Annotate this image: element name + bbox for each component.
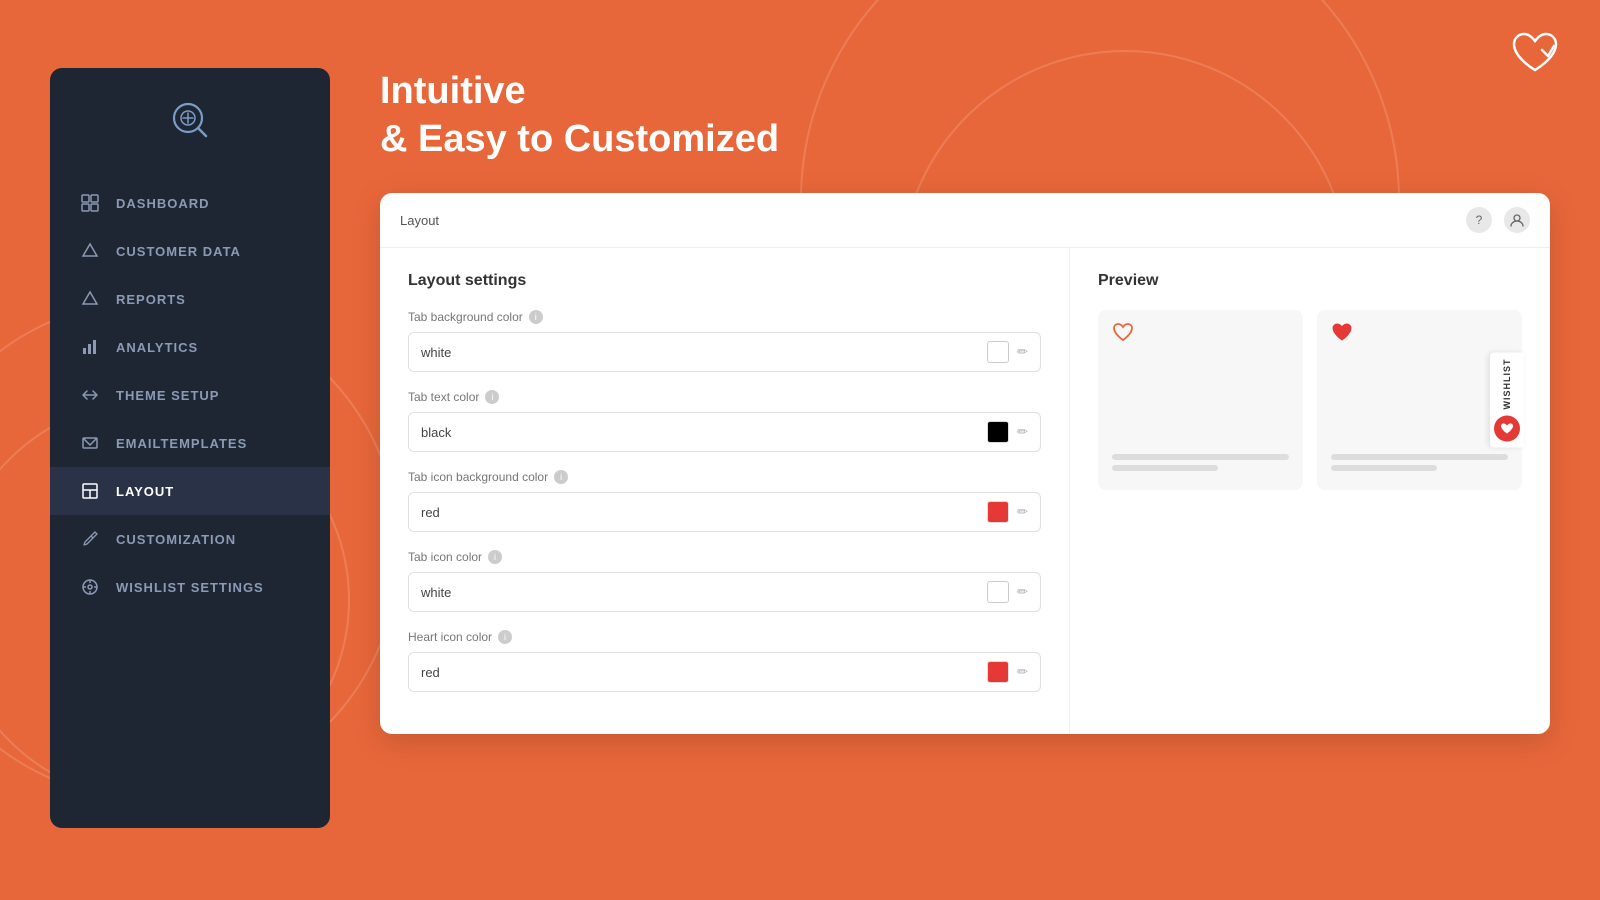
preview-section: Preview — [1070, 248, 1550, 734]
email-templates-icon — [80, 433, 100, 453]
field-heart-icon-color: Heart icon color i red ✏ — [408, 630, 1041, 692]
preview-card-1 — [1098, 310, 1303, 490]
edit-icon-tab-bg[interactable]: ✏ — [1017, 344, 1028, 360]
color-field-tab-bg[interactable]: white ✏ — [408, 332, 1041, 372]
preview-line-4 — [1331, 465, 1437, 471]
preview-title: Preview — [1098, 272, 1522, 290]
preview-card-2-lines — [1331, 454, 1508, 476]
color-value-tab-icon: white — [421, 585, 979, 600]
user-icon-button[interactable] — [1504, 207, 1530, 233]
field-label-tab-bg: Tab background color i — [408, 310, 1041, 324]
info-icon-heart[interactable]: i — [498, 630, 512, 644]
color-field-tab-text[interactable]: black ✏ — [408, 412, 1041, 452]
field-tab-bg-color: Tab background color i white ✏ — [408, 310, 1041, 372]
preview-heart-outline-icon — [1112, 322, 1134, 348]
preview-line-3 — [1331, 454, 1508, 460]
field-label-tab-icon: Tab icon color i — [408, 550, 1041, 564]
help-icon-button[interactable]: ? — [1466, 207, 1492, 233]
panel-body: Layout settings Tab background color i w… — [380, 248, 1550, 734]
layout-settings-section: Layout settings Tab background color i w… — [380, 248, 1070, 734]
field-tab-text-color: Tab text color i black ✏ — [408, 390, 1041, 452]
headline: Intuitive & Easy to Customized — [380, 68, 1550, 163]
info-icon-tab-bg[interactable]: i — [529, 310, 543, 324]
reports-icon — [80, 289, 100, 309]
layout-settings-title: Layout settings — [408, 272, 1041, 290]
color-swatch-tab-icon-bg — [987, 501, 1009, 523]
dashboard-icon — [80, 193, 100, 213]
preview-grid: WISHLIST — [1098, 310, 1522, 490]
color-swatch-tab-bg — [987, 341, 1009, 363]
preview-card-2: WISHLIST — [1317, 310, 1522, 490]
color-value-tab-text: black — [421, 425, 979, 440]
sidebar-item-wishlist-settings[interactable]: WISHLIST SETTINGS — [50, 563, 330, 611]
preview-line-2 — [1112, 465, 1218, 471]
wishlist-tab-label: WISHLIST — [1502, 359, 1512, 410]
preview-line-1 — [1112, 454, 1289, 460]
wishlist-settings-label: WISHLIST SETTINGS — [116, 580, 264, 595]
field-label-heart-icon: Heart icon color i — [408, 630, 1041, 644]
color-swatch-heart-icon — [987, 661, 1009, 683]
email-templates-label: EMAILTEMPLATES — [116, 436, 247, 451]
color-value-heart-icon: red — [421, 665, 979, 680]
customization-icon — [80, 529, 100, 549]
theme-setup-icon — [80, 385, 100, 405]
field-label-tab-text: Tab text color i — [408, 390, 1041, 404]
dashboard-label: DASHBOARD — [116, 196, 210, 211]
sidebar-item-dashboard[interactable]: DASHBOARD — [50, 179, 330, 227]
customer-data-icon — [80, 241, 100, 261]
edit-icon-tab-text[interactable]: ✏ — [1017, 424, 1028, 440]
wishlist-tab-heart-button[interactable] — [1494, 416, 1520, 442]
edit-icon-tab-icon-bg[interactable]: ✏ — [1017, 504, 1028, 520]
sidebar-item-customer-data[interactable]: CUSTOMER DATA — [50, 227, 330, 275]
layout-icon — [80, 481, 100, 501]
color-swatch-tab-text — [987, 421, 1009, 443]
wishlist-settings-icon — [80, 577, 100, 597]
field-label-tab-icon-bg: Tab icon background color i — [408, 470, 1041, 484]
headline-line2: & Easy to Customized — [380, 118, 779, 160]
sidebar-item-theme-setup[interactable]: THEME SETUP — [50, 371, 330, 419]
color-value-tab-icon-bg: red — [421, 505, 979, 520]
color-field-tab-icon[interactable]: white ✏ — [408, 572, 1041, 612]
sidebar-logo — [168, 98, 212, 149]
edit-icon-tab-icon[interactable]: ✏ — [1017, 584, 1028, 600]
color-swatch-tab-icon — [987, 581, 1009, 603]
sidebar-nav: DASHBOARD CUSTOMER DATA REPORTS — [50, 179, 330, 611]
reports-label: REPORTS — [116, 292, 186, 307]
wishlist-tab[interactable]: WISHLIST — [1490, 353, 1524, 448]
preview-heart-filled-icon — [1331, 322, 1353, 348]
color-value-tab-bg: white — [421, 345, 979, 360]
panel-title: Layout — [400, 213, 439, 228]
edit-icon-heart-icon[interactable]: ✏ — [1017, 664, 1028, 680]
info-icon-tab-text[interactable]: i — [485, 390, 499, 404]
sidebar-item-analytics[interactable]: ANALYTICS — [50, 323, 330, 371]
field-tab-icon-color: Tab icon color i white ✏ — [408, 550, 1041, 612]
customer-data-label: CUSTOMER DATA — [116, 244, 241, 259]
analytics-icon — [80, 337, 100, 357]
sidebar: DASHBOARD CUSTOMER DATA REPORTS — [50, 68, 330, 828]
main-content: Intuitive & Easy to Customized Layout ? — [380, 68, 1550, 870]
theme-setup-label: THEME SETUP — [116, 388, 219, 403]
sidebar-item-layout[interactable]: LAYOUT — [50, 467, 330, 515]
color-field-tab-icon-bg[interactable]: red ✏ — [408, 492, 1041, 532]
preview-card-1-lines — [1112, 454, 1289, 476]
field-tab-icon-bg-color: Tab icon background color i red ✏ — [408, 470, 1041, 532]
sidebar-item-email-templates[interactable]: EMAILTEMPLATES — [50, 419, 330, 467]
customization-label: CUSTOMIZATION — [116, 532, 236, 547]
panel-header: Layout ? — [380, 193, 1550, 248]
panel-header-icons: ? — [1466, 207, 1530, 233]
info-icon-tab-icon-bg[interactable]: i — [554, 470, 568, 484]
sidebar-item-customization[interactable]: CUSTOMIZATION — [50, 515, 330, 563]
layout-panel: Layout ? Layout settings Tab bac — [380, 193, 1550, 734]
layout-label: LAYOUT — [116, 484, 174, 499]
analytics-label: ANALYTICS — [116, 340, 198, 355]
color-field-heart-icon[interactable]: red ✏ — [408, 652, 1041, 692]
sidebar-item-reports[interactable]: REPORTS — [50, 275, 330, 323]
info-icon-tab-icon[interactable]: i — [488, 550, 502, 564]
headline-line1: Intuitive — [380, 70, 526, 112]
